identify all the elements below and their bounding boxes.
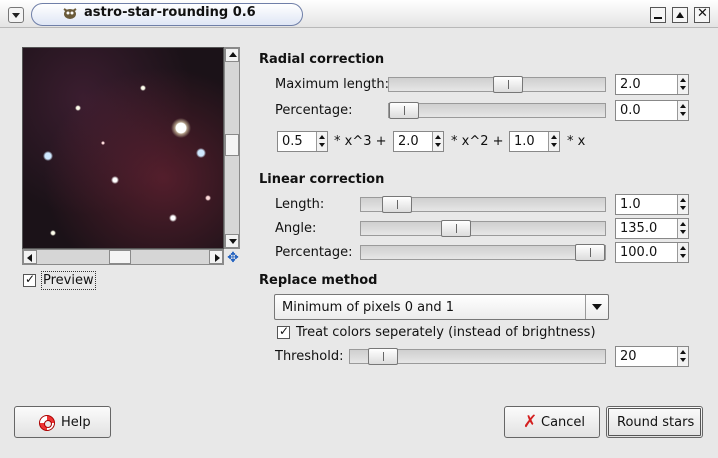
cancel-button-label: Cancel: [541, 415, 586, 430]
cancel-x-icon: ✗: [523, 412, 538, 432]
preview-checkbox-label[interactable]: Preview: [41, 271, 96, 290]
length-label: Length:: [275, 197, 325, 212]
length-slider[interactable]: [360, 196, 606, 213]
linear-percentage-spinbox[interactable]: 100.0: [615, 242, 689, 263]
radial-percentage-spinbox[interactable]: 0.0: [615, 100, 689, 121]
scroll-up-icon[interactable]: [225, 48, 239, 62]
poly-coeff-x2-value[interactable]: 2.0: [398, 134, 419, 149]
linear-percentage-value[interactable]: 100.0: [620, 245, 657, 260]
maximize-icon[interactable]: [672, 7, 688, 23]
length-spin-arrows-icon[interactable]: [677, 195, 688, 214]
angle-slider[interactable]: [360, 220, 606, 237]
scroll-left-icon[interactable]: [23, 250, 37, 264]
gimp-icon: [63, 8, 77, 19]
preview-vertical-scrollbar[interactable]: [224, 47, 240, 249]
max-length-label: Maximum length:: [275, 77, 390, 92]
angle-spinbox[interactable]: 135.0: [615, 218, 689, 239]
angle-spin-arrows-icon[interactable]: [677, 219, 688, 238]
max-length-slider-handle[interactable]: [493, 76, 523, 93]
scroll-right-icon[interactable]: [209, 250, 223, 264]
threshold-value[interactable]: 20: [620, 349, 637, 364]
max-length-value[interactable]: 2.0: [620, 77, 641, 92]
poly-coeff-x2-spinbox[interactable]: 2.0: [393, 131, 444, 152]
treat-colors-label[interactable]: Treat colors seperately (instead of brig…: [296, 325, 596, 340]
linear-percentage-label: Percentage:: [275, 245, 353, 260]
radial-percentage-value[interactable]: 0.0: [620, 103, 641, 118]
poly-coeff-x2-spin-arrows-icon[interactable]: [432, 132, 443, 151]
radial-percentage-slider[interactable]: [388, 102, 606, 119]
angle-value[interactable]: 135.0: [620, 221, 657, 236]
help-lifebuoy-icon: [39, 415, 55, 431]
preview-checkbox[interactable]: ✓: [23, 272, 36, 287]
title-bar: astro-star-rounding 0.6 ✕: [0, 0, 718, 28]
help-button-label: Help: [61, 415, 91, 430]
round-stars-button[interactable]: Round stars: [606, 406, 703, 438]
threshold-spinbox[interactable]: 20: [615, 346, 689, 367]
max-length-spinbox[interactable]: 2.0: [615, 74, 689, 95]
poly-coeff-x3-spin-arrows-icon[interactable]: [316, 132, 327, 151]
poly-coeff-x3-value[interactable]: 0.5: [282, 134, 303, 149]
help-button[interactable]: Help: [14, 406, 111, 438]
threshold-slider[interactable]: [349, 348, 606, 365]
threshold-label: Threshold:: [275, 349, 344, 364]
poly-term-x3: * x^3 +: [334, 134, 387, 149]
close-icon[interactable]: ✕: [694, 6, 710, 23]
round-stars-button-label: Round stars: [617, 415, 695, 430]
replace-method-heading: Replace method: [259, 273, 378, 288]
cancel-button[interactable]: ✗ Cancel: [504, 406, 600, 438]
max-length-spin-arrows-icon[interactable]: [677, 75, 688, 94]
treat-colors-checkbox[interactable]: ✓: [277, 324, 290, 339]
window-title: astro-star-rounding 0.6: [84, 5, 256, 20]
vertical-scroll-thumb[interactable]: [225, 134, 239, 156]
navigate-icon[interactable]: ✥: [226, 251, 240, 265]
length-spinbox[interactable]: 1.0: [615, 194, 689, 215]
length-value[interactable]: 1.0: [620, 197, 641, 212]
max-length-slider[interactable]: [388, 76, 606, 93]
minimize-icon[interactable]: [650, 7, 666, 23]
preview-horizontal-scrollbar[interactable]: [22, 249, 224, 265]
chevron-down-icon[interactable]: [585, 295, 608, 319]
angle-label: Angle:: [275, 221, 317, 236]
linear-percentage-slider-handle[interactable]: [575, 244, 605, 261]
poly-term-x2: * x^2 +: [451, 134, 504, 149]
radial-percentage-slider-handle[interactable]: [389, 102, 419, 119]
poly-term-x1: * x: [567, 134, 586, 149]
replace-method-selected[interactable]: Minimum of pixels 0 and 1: [282, 300, 454, 315]
threshold-spin-arrows-icon[interactable]: [677, 347, 688, 366]
radial-percentage-label: Percentage:: [275, 103, 353, 118]
poly-coeff-x3-spinbox[interactable]: 0.5: [277, 131, 328, 152]
scroll-down-icon[interactable]: [225, 234, 239, 248]
poly-coeff-x1-spinbox[interactable]: 1.0: [509, 131, 560, 152]
angle-slider-handle[interactable]: [441, 220, 471, 237]
preview-image[interactable]: [22, 47, 224, 249]
linear-correction-heading: Linear correction: [259, 172, 385, 187]
linear-percentage-slider[interactable]: [360, 244, 606, 261]
poly-coeff-x1-value[interactable]: 1.0: [514, 134, 535, 149]
threshold-slider-handle[interactable]: [368, 348, 398, 365]
replace-method-dropdown[interactable]: Minimum of pixels 0 and 1: [274, 294, 609, 320]
poly-coeff-x1-spin-arrows-icon[interactable]: [548, 132, 559, 151]
length-slider-handle[interactable]: [382, 196, 412, 213]
window-menu-icon[interactable]: [8, 7, 24, 23]
radial-correction-heading: Radial correction: [259, 52, 385, 67]
linear-percentage-spin-arrows-icon[interactable]: [677, 243, 688, 262]
horizontal-scroll-thumb[interactable]: [109, 250, 131, 264]
radial-percentage-spin-arrows-icon[interactable]: [677, 101, 688, 120]
